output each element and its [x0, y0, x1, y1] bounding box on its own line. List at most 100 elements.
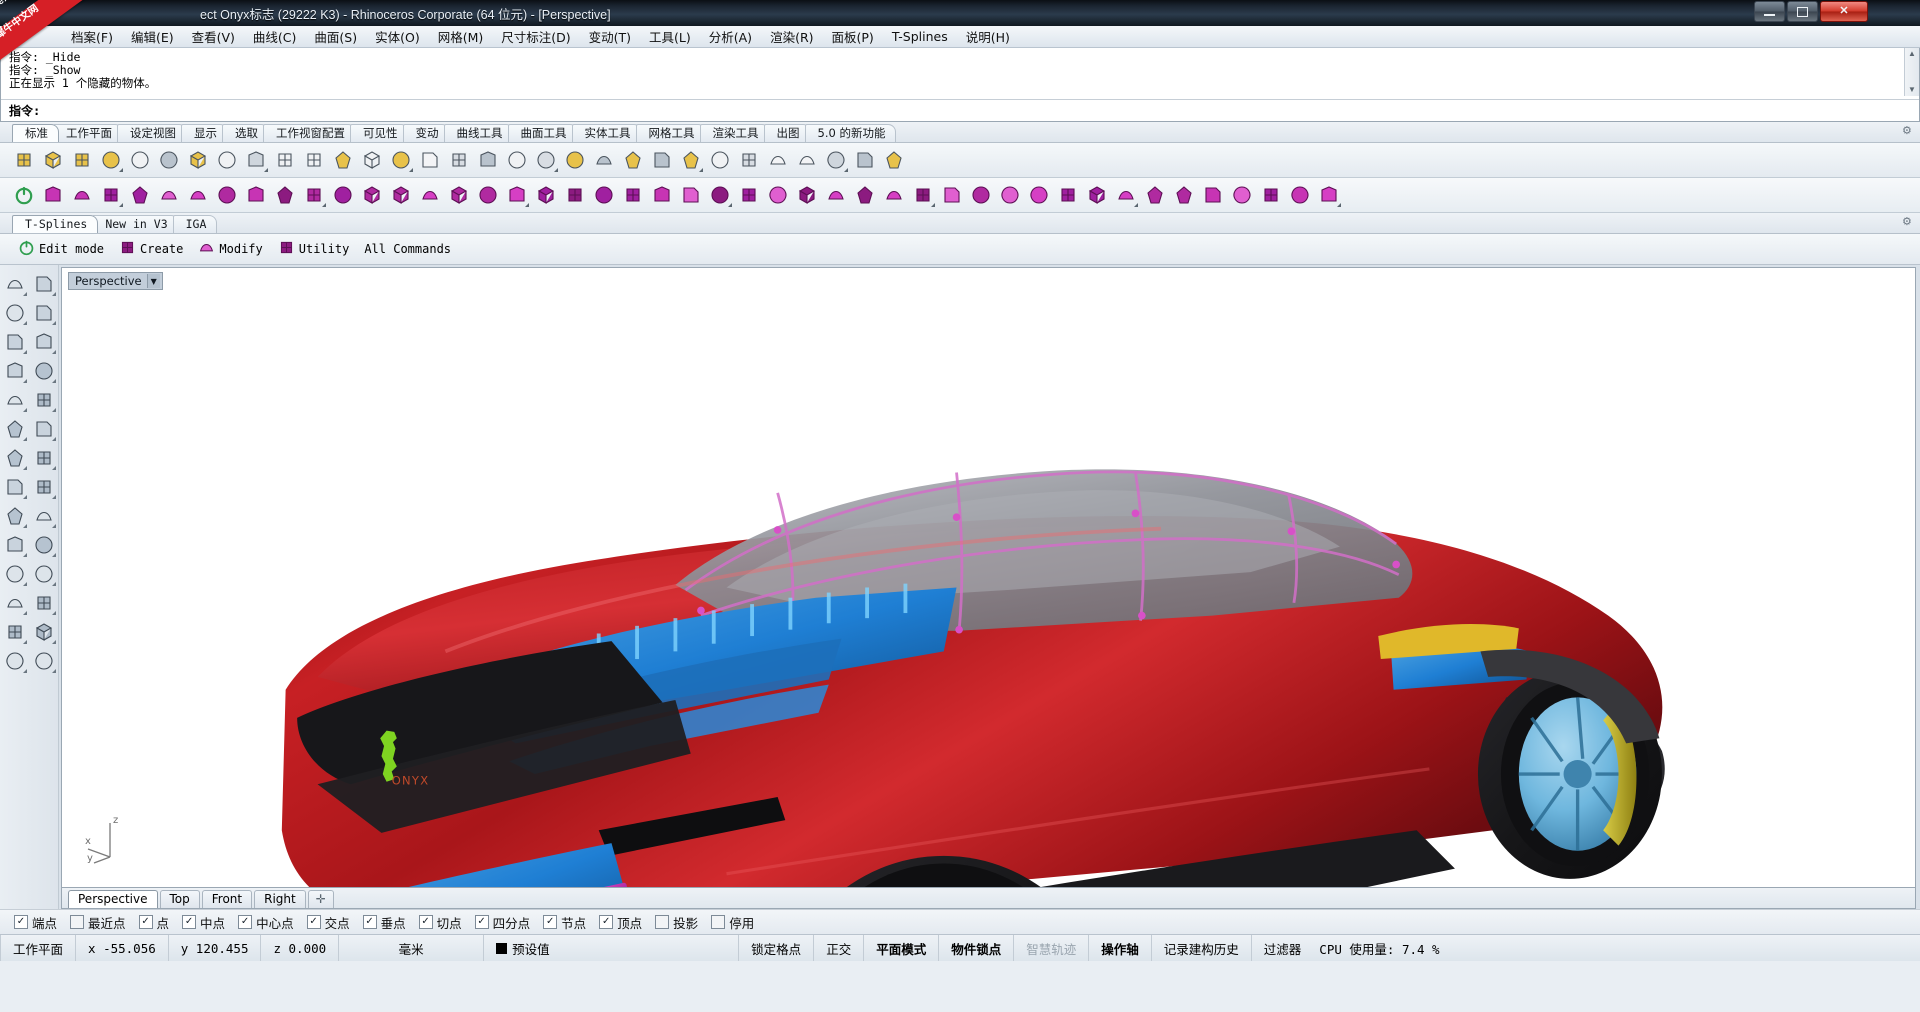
options-icon[interactable] — [822, 146, 850, 174]
toolbar-tab-12[interactable]: 渲染工具 — [699, 124, 770, 142]
menu-item-13[interactable]: T-Splines — [883, 27, 957, 46]
tsx-icon[interactable] — [1257, 181, 1285, 209]
move-icon[interactable] — [300, 146, 328, 174]
viewport-tab-right[interactable]: Right — [254, 890, 306, 908]
flyout-arrow-icon[interactable] — [264, 168, 268, 172]
toolbar-tab-13[interactable]: 出图 — [763, 124, 811, 142]
flyout-arrow-icon[interactable] — [52, 466, 56, 470]
osnap-checkbox-11[interactable] — [655, 915, 670, 929]
flyout-arrow-icon[interactable] — [52, 524, 56, 528]
tsplines-power-toggle-icon[interactable] — [10, 181, 38, 209]
tswedge-icon[interactable] — [387, 181, 415, 209]
arc-icon[interactable] — [0, 356, 29, 385]
toolbar-tab-0[interactable]: 标准 — [12, 124, 59, 142]
hide-icon[interactable] — [648, 146, 676, 174]
tsbridge-icon[interactable] — [764, 181, 792, 209]
menu-item-4[interactable]: 曲面(S) — [305, 25, 366, 48]
toolbar-tab-11[interactable]: 网格工具 — [635, 124, 706, 142]
tsplines-tab-0[interactable]: T-Splines — [12, 215, 99, 233]
close-button[interactable]: ✕ — [1820, 1, 1868, 22]
flyout-arrow-icon[interactable] — [52, 553, 56, 557]
osnap-checkbox-0[interactable]: ✓ — [14, 915, 28, 929]
tscheck-icon[interactable] — [590, 181, 618, 209]
osnap-checkbox-5[interactable]: ✓ — [306, 915, 321, 929]
toolbar-tab-7[interactable]: 变动 — [402, 124, 450, 142]
scroll-down-arrow[interactable]: ▼ — [1905, 84, 1919, 96]
tsfreeform-icon[interactable] — [213, 181, 241, 209]
flyout-arrow-icon[interactable] — [322, 203, 326, 207]
menu-item-0[interactable]: 档案(F) — [62, 25, 122, 48]
tsgrid-add-icon[interactable] — [445, 181, 473, 209]
flyout-arrow-icon[interactable] — [119, 203, 123, 207]
flyout-arrow-icon[interactable] — [52, 379, 56, 383]
ellipse-icon[interactable] — [29, 327, 58, 356]
menu-item-2[interactable]: 查看(V) — [183, 25, 244, 48]
tsplines-tab-1[interactable]: New in V3 — [92, 215, 179, 233]
flyout-arrow-icon[interactable] — [699, 168, 703, 172]
flyout-arrow-icon[interactable] — [23, 321, 27, 325]
point-icon[interactable] — [29, 269, 58, 298]
split-icon[interactable] — [29, 559, 58, 588]
tsselect-icon[interactable] — [909, 181, 937, 209]
tsconvert-icon[interactable] — [184, 181, 212, 209]
zoom-in-icon[interactable] — [329, 146, 357, 174]
light-icon[interactable] — [590, 146, 618, 174]
flyout-arrow-icon[interactable] — [1337, 203, 1341, 207]
flyout-arrow-icon[interactable] — [23, 640, 27, 644]
flyout-arrow-icon[interactable] — [52, 321, 56, 325]
undo-icon[interactable] — [242, 146, 270, 174]
cut-icon[interactable] — [155, 146, 183, 174]
tswaterfall-icon[interactable] — [1141, 181, 1169, 209]
text-icon[interactable] — [29, 530, 58, 559]
osnap-checkbox-3[interactable]: ✓ — [182, 915, 197, 929]
add-viewport-tab-button[interactable]: ✛ — [307, 890, 334, 908]
box-icon[interactable] — [0, 443, 29, 472]
sphere-icon[interactable] — [29, 443, 58, 472]
command-history-scrollbar[interactable]: ▲ ▼ — [1904, 48, 1919, 96]
status-osnap-toggle[interactable]: 物件锁点 — [939, 935, 1015, 961]
osnap-10[interactable]: ✓ 顶点 — [599, 913, 642, 932]
tssphere-in-box-icon[interactable] — [155, 181, 183, 209]
zoom-selected-icon[interactable] — [358, 146, 386, 174]
copy-icon[interactable] — [184, 146, 212, 174]
osnap-checkbox-10[interactable]: ✓ — [599, 915, 614, 929]
zoom-extents-icon[interactable] — [387, 146, 415, 174]
flyout-arrow-icon[interactable] — [23, 408, 27, 412]
print-icon[interactable] — [97, 146, 125, 174]
tsplane-icon[interactable] — [97, 181, 125, 209]
flyout-arrow-icon[interactable] — [52, 437, 56, 441]
open-folder-icon[interactable] — [39, 146, 67, 174]
toolbar-tab-1[interactable]: 工作平面 — [53, 124, 123, 142]
tsbars-icon[interactable] — [561, 181, 589, 209]
select-arrow-icon[interactable] — [0, 269, 29, 298]
command-prompt[interactable]: 指令: — [1, 99, 1919, 121]
tsstar2-icon[interactable] — [1083, 181, 1111, 209]
status-snap[interactable]: 锁定格点 — [739, 935, 815, 961]
tsribbon-icon[interactable] — [532, 181, 560, 209]
layer-icon[interactable] — [503, 146, 531, 174]
surface-control-points-icon[interactable] — [0, 414, 29, 443]
tsstar-icon[interactable] — [271, 181, 299, 209]
toolbar-tab-9[interactable]: 曲面工具 — [507, 124, 578, 142]
tsplines-button-utility[interactable]: Utility — [272, 237, 356, 261]
tspipe2-icon[interactable] — [735, 181, 763, 209]
status-ortho[interactable]: 正交 — [814, 935, 865, 961]
paint-icon[interactable] — [29, 646, 58, 675]
osnap-checkbox-7[interactable]: ✓ — [418, 915, 433, 929]
tsarrow-icon[interactable] — [938, 181, 966, 209]
properties-icon[interactable] — [532, 146, 560, 174]
tscylinder-icon[interactable] — [126, 181, 154, 209]
tscube-extract-icon[interactable] — [648, 181, 676, 209]
osnap-1[interactable]: 最近点 — [70, 913, 126, 932]
flyout-arrow-icon[interactable] — [52, 582, 56, 586]
tsbox-icon[interactable] — [68, 181, 96, 209]
flyout-arrow-icon[interactable] — [23, 350, 27, 354]
toolbar-tab-4[interactable]: 选取 — [222, 124, 269, 142]
flyout-arrow-icon[interactable] — [23, 495, 27, 499]
maximize-restore-button[interactable] — [1787, 1, 1818, 22]
menu-item-9[interactable]: 工具(L) — [640, 25, 700, 48]
flyout-arrow-icon[interactable] — [52, 611, 56, 615]
flyout-arrow-icon[interactable] — [52, 408, 56, 412]
tsplines-options-gear-icon[interactable]: ⚙ — [1902, 216, 1914, 228]
named-views-icon[interactable] — [793, 146, 821, 174]
